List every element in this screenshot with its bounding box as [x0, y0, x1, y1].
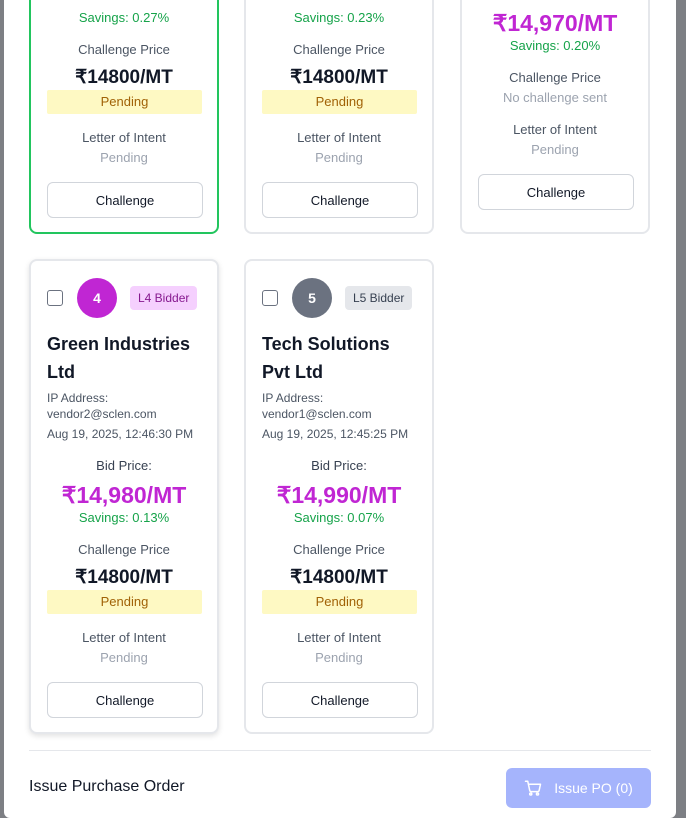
challenge-price-label: Challenge Price: [509, 70, 601, 85]
bid-price-value: ₹14,970/MT: [492, 10, 618, 36]
bid-timestamp: Aug 19, 2025, 12:45:25 PM: [262, 427, 409, 441]
vendor-name: Tech Solutions Pvt Ltd: [262, 334, 390, 382]
issue-po-button[interactable]: Issue PO (0): [506, 768, 651, 808]
bidder-rank-badge: L5 Bidder: [345, 286, 413, 310]
issue-po-label: Issue PO (0): [554, 780, 633, 796]
rank-circle: 5: [292, 278, 332, 318]
bidder-card-l1: Savings: 0.27% Challenge Price ₹14800/MT…: [29, 0, 219, 234]
challenge-status-badge: Pending: [47, 590, 202, 614]
vendor-email: vendor2@sclen.com: [47, 407, 157, 421]
loi-label: Letter of Intent: [513, 122, 597, 137]
bidder-card-l2: Savings: 0.23% Challenge Price ₹14800/MT…: [244, 0, 434, 234]
challenge-price-label: Challenge Price: [293, 42, 385, 57]
loi-label: Letter of Intent: [82, 630, 166, 645]
challenge-button[interactable]: Challenge: [47, 682, 203, 718]
bidder-card-l5: 5 L5 Bidder Tech Solutions Pvt Ltd IP Ad…: [244, 259, 434, 734]
select-bidder-checkbox[interactable]: [262, 290, 278, 306]
ip-address-label: IP Address:: [262, 391, 324, 405]
bidder-card-l3: ₹14,970/MT Savings: 0.20% Challenge Pric…: [460, 0, 650, 234]
vendor-email: vendor1@sclen.com: [262, 407, 372, 421]
savings-text: Savings: 0.20%: [509, 38, 601, 53]
challenge-button[interactable]: Challenge: [262, 682, 418, 718]
loi-label: Letter of Intent: [297, 130, 381, 145]
cart-icon: [524, 779, 542, 797]
bid-price-value: ₹14,990/MT: [276, 482, 402, 508]
bid-comparison-modal: Savings: 0.27% Challenge Price ₹14800/MT…: [4, 0, 676, 818]
challenge-price-label: Challenge Price: [78, 542, 170, 557]
challenge-status-text: No challenge sent: [502, 90, 608, 105]
savings-text: Savings: 0.27%: [78, 10, 170, 25]
challenge-button[interactable]: Challenge: [47, 182, 203, 218]
savings-text: Savings: 0.07%: [293, 510, 385, 525]
loi-label: Letter of Intent: [297, 630, 381, 645]
bid-price-label: Bid Price:: [311, 458, 367, 473]
loi-status: Pending: [100, 150, 148, 165]
bidder-rank-badge: L4 Bidder: [130, 286, 198, 310]
challenge-price-value: ₹14800/MT: [290, 67, 388, 88]
challenge-button[interactable]: Challenge: [262, 182, 418, 218]
select-bidder-checkbox[interactable]: [47, 290, 63, 306]
challenge-status-badge: Pending: [47, 90, 202, 114]
loi-status: Pending: [315, 150, 363, 165]
rank-circle: 4: [77, 278, 117, 318]
challenge-price-value: ₹14800/MT: [75, 67, 173, 88]
challenge-status-badge: Pending: [262, 90, 417, 114]
challenge-price-label: Challenge Price: [78, 42, 170, 57]
loi-status: Pending: [531, 142, 579, 157]
footer-divider: [29, 750, 651, 751]
loi-status: Pending: [315, 650, 363, 665]
challenge-price-label: Challenge Price: [293, 542, 385, 557]
challenge-price-value: ₹14800/MT: [75, 567, 173, 588]
loi-status: Pending: [100, 650, 148, 665]
savings-text: Savings: 0.13%: [78, 510, 170, 525]
bid-price-label: Bid Price:: [96, 458, 152, 473]
savings-text: Savings: 0.23%: [293, 10, 385, 25]
issue-po-title: Issue Purchase Order: [29, 778, 185, 795]
loi-label: Letter of Intent: [82, 130, 166, 145]
challenge-button[interactable]: Challenge: [478, 174, 634, 210]
bid-price-value: ₹14,980/MT: [61, 482, 187, 508]
bidder-card-l4: 4 L4 Bidder Green Industries Ltd IP Addr…: [29, 259, 219, 734]
bid-timestamp: Aug 19, 2025, 12:46:30 PM: [47, 427, 194, 441]
vendor-name: Green Industries Ltd: [47, 334, 191, 382]
challenge-status-badge: Pending: [262, 590, 417, 614]
ip-address-label: IP Address:: [47, 391, 109, 405]
challenge-price-value: ₹14800/MT: [290, 567, 388, 588]
